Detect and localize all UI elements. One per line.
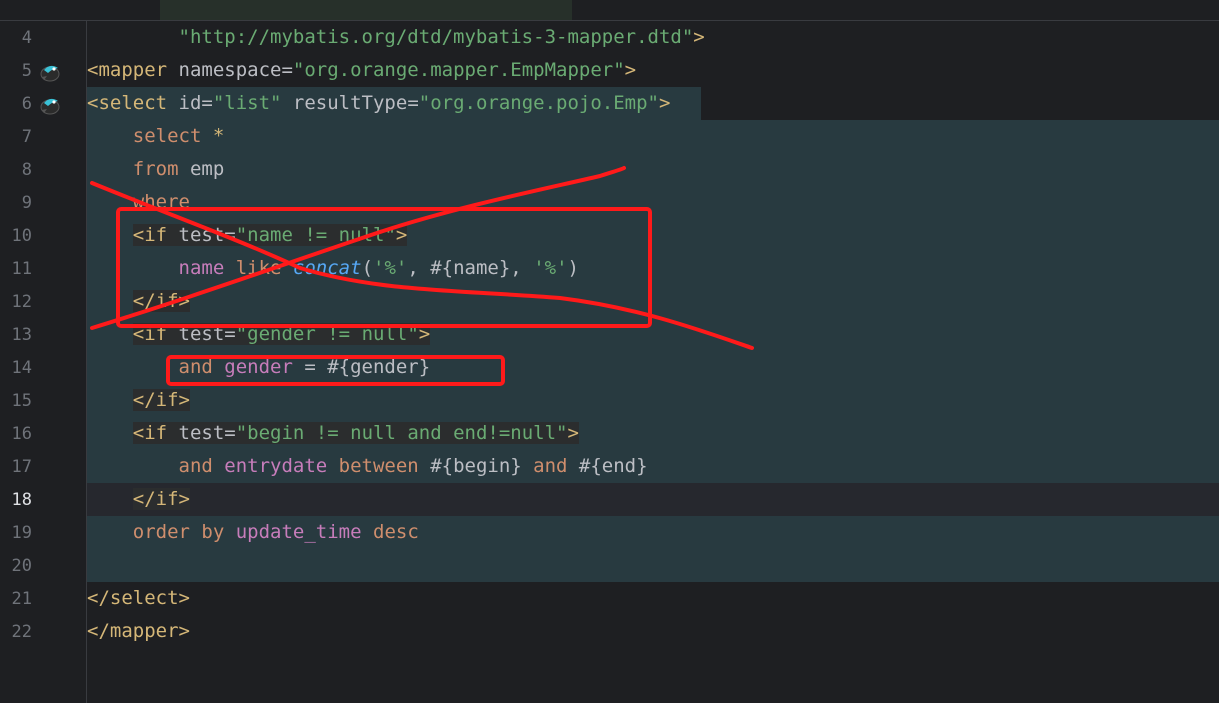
line-number: 19 bbox=[11, 523, 32, 543]
line-number: 13 bbox=[11, 325, 32, 345]
code-line-4: "http://mybatis.org/dtd/mybatis-3-mapper… bbox=[178, 26, 705, 48]
line-number: 11 bbox=[11, 259, 32, 279]
line-number-current: 18 bbox=[11, 490, 32, 510]
line-number: 22 bbox=[11, 622, 32, 642]
code-line-12: </if> bbox=[132, 290, 190, 312]
code-line-14: and gender = #{gender} bbox=[178, 356, 431, 378]
line-number: 14 bbox=[11, 358, 32, 378]
code-editor[interactable]: "http://mybatis.org/dtd/mybatis-3-mapper… bbox=[87, 21, 1219, 703]
line-number: 21 bbox=[11, 589, 32, 609]
caret-line-highlight bbox=[87, 483, 1219, 516]
code-line-5: <mapper namespace="org.orange.mapper.Emp… bbox=[87, 59, 637, 81]
line-number: 16 bbox=[11, 424, 32, 444]
line-number: 8 bbox=[21, 160, 32, 180]
line-number-gutter: 4 5 6 7 8 9 10 11 12 13 14 15 16 17 18 1… bbox=[0, 21, 119, 703]
mybatis-bird-icon[interactable] bbox=[38, 94, 62, 116]
line-number: 5 bbox=[21, 61, 32, 81]
code-line-17: and entrydate between #{begin} and #{end… bbox=[178, 455, 648, 477]
code-line-10: <if test="name != null"> bbox=[132, 224, 408, 246]
code-line-21: </select> bbox=[87, 587, 190, 609]
line-number: 7 bbox=[21, 127, 32, 147]
code-line-13: <if test="gender != null"> bbox=[132, 323, 431, 345]
line-number: 6 bbox=[21, 94, 32, 114]
code-line-16: <if test="begin != null and end!=null"> bbox=[132, 422, 579, 444]
code-line-6: <select id="list" resultType="org.orange… bbox=[87, 92, 671, 114]
editor-tab-bar bbox=[0, 0, 1219, 21]
code-line-22: </mapper> bbox=[87, 620, 190, 642]
line-number: 17 bbox=[11, 457, 32, 477]
code-line-19: order by update_time desc bbox=[132, 521, 419, 543]
mybatis-bird-icon[interactable] bbox=[38, 61, 62, 83]
line-number: 12 bbox=[11, 292, 32, 312]
line-number: 20 bbox=[11, 556, 32, 576]
line-number: 10 bbox=[11, 226, 32, 246]
code-line-7: select * bbox=[132, 125, 225, 147]
code-line-15: </if> bbox=[132, 389, 190, 411]
code-line-11: name like concat('%', #{name}, '%') bbox=[178, 257, 579, 279]
line-number: 9 bbox=[21, 193, 32, 213]
code-line-9: where bbox=[132, 191, 190, 213]
active-editor-tab[interactable] bbox=[160, 0, 572, 20]
code-line-8: from emp bbox=[132, 158, 225, 180]
code-line-18: </if> bbox=[132, 488, 190, 510]
line-number: 4 bbox=[21, 28, 32, 48]
line-number: 15 bbox=[11, 391, 32, 411]
